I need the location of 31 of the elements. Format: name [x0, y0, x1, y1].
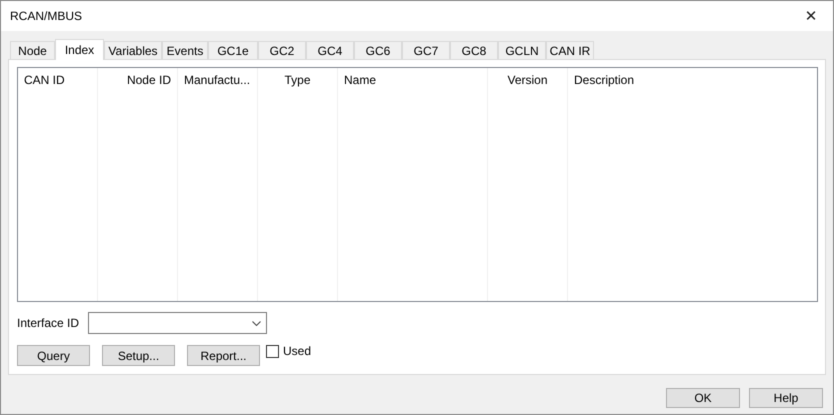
column-header[interactable]: Manufactu... [178, 68, 257, 92]
column-header[interactable]: Version [488, 68, 567, 92]
action-button[interactable]: Setup... [102, 345, 175, 366]
tab[interactable]: GC2 [258, 41, 306, 59]
tab[interactable]: CAN IR [546, 41, 594, 59]
window-title: RCAN/MBUS [10, 9, 82, 23]
field-label: Interface ID [17, 316, 80, 330]
close-button[interactable]: ✕ [789, 1, 833, 31]
action-button[interactable]: Query [17, 345, 90, 366]
tab[interactable]: GC6 [354, 41, 402, 59]
tab[interactable]: GC4 [306, 41, 354, 59]
tab[interactable]: Node [10, 41, 55, 59]
column-header[interactable]: Type [258, 68, 337, 92]
used-checkbox[interactable] [266, 345, 279, 358]
column-header[interactable]: CAN ID [18, 68, 97, 92]
column-header[interactable]: Node ID [98, 68, 177, 92]
tab[interactable]: GCLN [498, 41, 546, 59]
tab[interactable]: GC1e [208, 41, 258, 59]
caret-icon [252, 320, 261, 326]
tab[interactable]: Variables [104, 41, 162, 59]
column-header[interactable]: Description [568, 68, 817, 92]
tab[interactable]: GC7 [402, 41, 450, 59]
action-button[interactable]: Report... [187, 345, 260, 366]
column-header[interactable]: Name [338, 68, 487, 92]
tab[interactable]: Index [55, 39, 104, 60]
interface-id-dropdown[interactable] [88, 312, 267, 334]
tab[interactable]: Events [162, 41, 208, 59]
tab[interactable]: GC8 [450, 41, 498, 59]
checkbox-label: Used [283, 345, 312, 358]
dialog-button[interactable]: OK [666, 388, 740, 408]
dialog-button[interactable]: Help [749, 388, 823, 408]
